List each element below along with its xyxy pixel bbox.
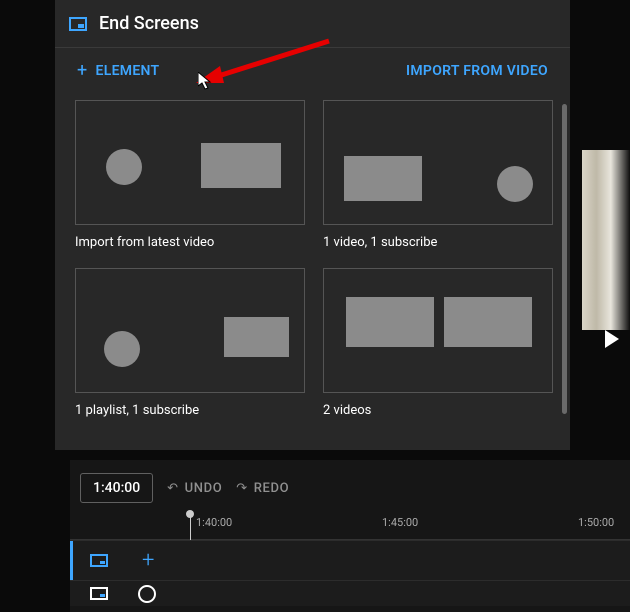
endscreen-track[interactable]: + [70, 540, 630, 580]
subscribe-shape-icon [104, 331, 140, 367]
video-preview [582, 150, 630, 330]
video-shape-icon [344, 156, 422, 201]
play-icon[interactable] [605, 330, 619, 348]
panel-actions: + ELEMENT IMPORT FROM VIDEO [55, 48, 570, 94]
template-thumb [75, 100, 305, 225]
panel-header: End Screens [55, 0, 570, 48]
redo-label: REDO [254, 481, 289, 496]
template-video-subscribe[interactable]: 1 video, 1 subscribe [323, 100, 553, 250]
template-thumb [323, 100, 553, 225]
track-active-indicator [70, 541, 73, 580]
template-import-latest[interactable]: Import from latest video [75, 100, 305, 250]
ruler-tick: 1:50:00 [578, 516, 614, 529]
template-label: Import from latest video [75, 235, 305, 250]
template-thumb [323, 268, 553, 393]
scrollbar-thumb[interactable] [562, 104, 567, 414]
secondary-track[interactable] [70, 580, 630, 606]
timeline-controls: 1:40:00 ↶ UNDO ↷ REDO [70, 460, 630, 506]
track-control-icon [138, 585, 156, 603]
plus-icon: + [77, 62, 88, 80]
playlist-shape-icon [224, 317, 289, 357]
subscribe-shape-icon [106, 149, 142, 185]
end-screens-panel: End Screens + ELEMENT IMPORT FROM VIDEO … [55, 0, 570, 450]
undo-label: UNDO [185, 481, 223, 496]
timeline-panel: 1:40:00 ↶ UNDO ↷ REDO 1:40:00 1:45:00 1:… [70, 460, 630, 612]
add-element-label: ELEMENT [96, 63, 160, 79]
subscribe-shape-icon [497, 166, 533, 202]
template-label: 1 video, 1 subscribe [323, 235, 553, 250]
add-element-button[interactable]: + ELEMENT [77, 62, 159, 80]
timeline-ruler[interactable]: 1:40:00 1:45:00 1:50:00 [70, 512, 630, 540]
import-from-video-button[interactable]: IMPORT FROM VIDEO [406, 63, 548, 79]
endscreen-icon [90, 554, 108, 567]
video-shape-icon [444, 297, 532, 347]
ruler-tick: 1:40:00 [196, 516, 232, 529]
endscreen-icon [69, 17, 87, 31]
template-playlist-subscribe[interactable]: 1 playlist, 1 subscribe [75, 268, 305, 418]
page-title: End Screens [99, 13, 199, 34]
redo-button[interactable]: ↷ REDO [236, 481, 289, 496]
template-two-videos[interactable]: 2 videos [323, 268, 553, 418]
video-shape-icon [201, 143, 281, 188]
redo-icon: ↷ [236, 481, 248, 496]
undo-button[interactable]: ↶ UNDO [167, 481, 222, 496]
template-label: 1 playlist, 1 subscribe [75, 403, 305, 418]
template-thumb [75, 268, 305, 393]
add-track-element-button[interactable]: + [142, 548, 154, 573]
current-time[interactable]: 1:40:00 [80, 473, 153, 503]
video-shape-icon [346, 297, 434, 347]
undo-icon: ↶ [167, 481, 179, 496]
template-label: 2 videos [323, 403, 553, 418]
import-from-video-label: IMPORT FROM VIDEO [406, 63, 548, 79]
card-icon [90, 587, 108, 600]
template-grid: Import from latest video 1 video, 1 subs… [75, 100, 565, 418]
ruler-tick: 1:45:00 [382, 516, 418, 529]
